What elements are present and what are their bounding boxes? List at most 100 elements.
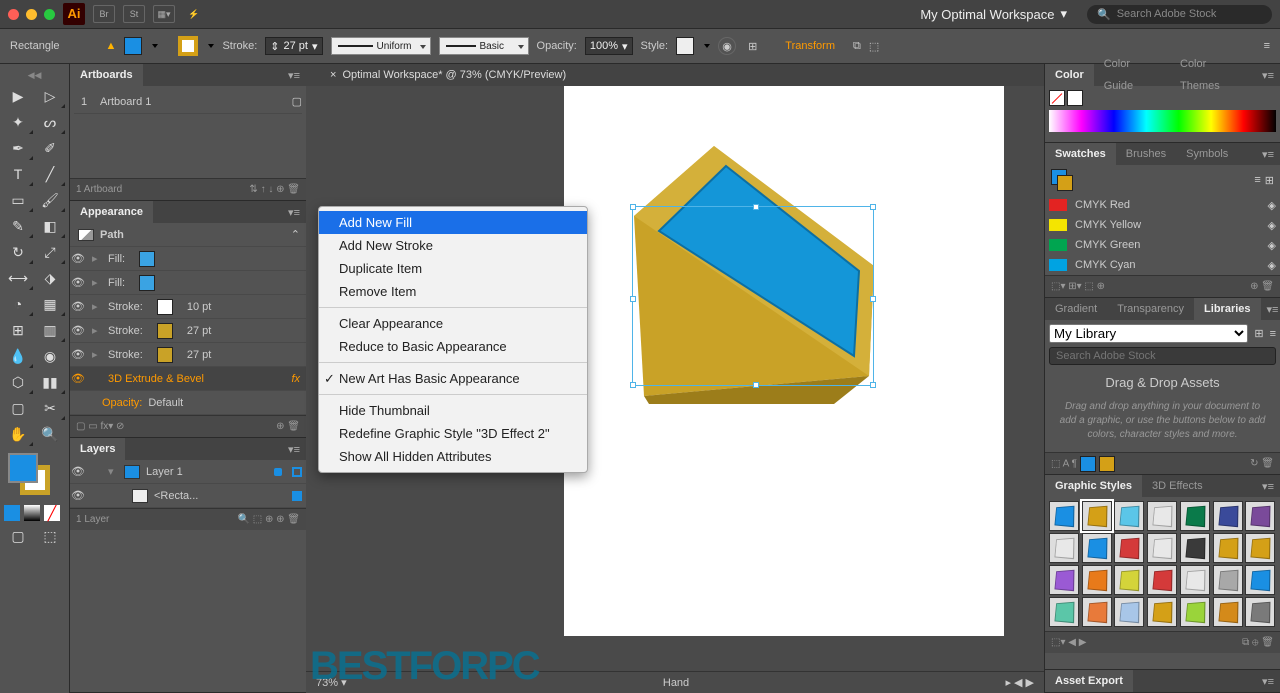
overflow-icon[interactable]: ≡ <box>1264 40 1270 52</box>
style-thumbnail[interactable] <box>1147 565 1177 595</box>
slice-tool[interactable]: ✂ <box>34 395 66 421</box>
fill-stroke-indicator[interactable] <box>2 453 67 499</box>
magic-wand-tool[interactable]: ✦ <box>2 109 34 135</box>
panel-menu-icon[interactable]: ▾≡ <box>1261 303 1280 316</box>
screen-mode[interactable]: ⬚ <box>34 523 66 549</box>
fill-swatch[interactable] <box>124 37 142 55</box>
panel-menu-icon[interactable]: ▾≡ <box>1256 69 1280 82</box>
paintbrush-tool[interactable]: 🖌 <box>34 187 66 213</box>
appearance-row[interactable]: 👁▸Fill: <box>70 247 306 271</box>
distort-icon[interactable]: ⬚ <box>869 40 879 53</box>
appearance-opacity-row[interactable]: Opacity: Default <box>70 391 306 415</box>
style-swatch[interactable] <box>676 37 694 55</box>
appearance-row[interactable]: 👁▸Stroke:10 pt <box>70 295 306 319</box>
panel-tab[interactable]: 3D Effects <box>1142 475 1213 497</box>
style-thumbnail[interactable] <box>1147 533 1177 563</box>
stroke-swatch[interactable] <box>178 36 198 56</box>
style-thumbnail[interactable] <box>1180 501 1210 531</box>
artboards-tab[interactable]: Artboards <box>70 64 143 86</box>
appearance-row[interactable]: 👁▸Stroke:27 pt <box>70 319 306 343</box>
symbol-sprayer-tool[interactable]: ⬡ <box>2 369 34 395</box>
style-thumbnail[interactable] <box>1180 597 1210 627</box>
bridge-button[interactable]: Br <box>93 5 115 23</box>
document-tab[interactable]: × Optimal Workspace* @ 73% (CMYK/Preview… <box>306 64 1044 86</box>
style-thumbnail[interactable] <box>1114 501 1144 531</box>
none-mode[interactable]: ╱ <box>44 505 60 521</box>
asset-export-tab[interactable]: Asset Export <box>1045 670 1133 692</box>
list-view-icon[interactable]: ≡ <box>1270 328 1276 340</box>
style-thumbnail[interactable] <box>1245 597 1275 627</box>
panel-tab[interactable]: Color <box>1045 64 1094 86</box>
appearance-tab[interactable]: Appearance <box>70 201 153 223</box>
appearance-row[interactable]: 👁▸Fill: <box>70 271 306 295</box>
panel-tab[interactable]: Gradient <box>1045 298 1107 320</box>
direct-selection-tool[interactable]: ▷ <box>34 83 66 109</box>
style-thumbnail[interactable] <box>1049 501 1079 531</box>
menu-item[interactable]: Clear Appearance <box>319 312 587 335</box>
style-thumbnail[interactable] <box>1082 501 1112 531</box>
style-thumbnail[interactable] <box>1114 565 1144 595</box>
grid-view-icon[interactable]: ⊞ <box>1254 327 1263 340</box>
list-view-icon[interactable]: ≡ <box>1254 174 1260 187</box>
eyedropper-tool[interactable]: 💧 <box>2 343 34 369</box>
stock-search-input[interactable]: 🔍 Search Adobe Stock <box>1087 5 1272 24</box>
gradient-mode[interactable] <box>24 505 40 521</box>
panel-menu-icon[interactable]: ▾≡ <box>1256 480 1280 493</box>
pen-tool[interactable]: ✒ <box>2 135 34 161</box>
blend-tool[interactable]: ◉ <box>34 343 66 369</box>
menu-item[interactable]: Remove Item <box>319 280 587 303</box>
panel-menu-icon[interactable]: ▾≡ <box>282 206 306 219</box>
rectangle-tool[interactable]: ▭ <box>2 187 34 213</box>
arrange-button[interactable]: ▦▾ <box>153 5 175 23</box>
style-thumbnail[interactable] <box>1082 597 1112 627</box>
scale-tool[interactable]: ⤢ <box>34 239 66 265</box>
panel-tab[interactable]: Libraries <box>1194 298 1260 320</box>
panel-tab[interactable]: Color Themes <box>1170 53 1256 97</box>
align-icon[interactable]: ⊞ <box>744 40 761 53</box>
color-spectrum[interactable] <box>1049 110 1276 132</box>
draw-normal[interactable]: ▢ <box>2 523 34 549</box>
menu-item[interactable]: Duplicate Item <box>319 257 587 280</box>
style-thumbnail[interactable] <box>1213 501 1243 531</box>
style-thumbnail[interactable] <box>1082 565 1112 595</box>
appearance-row[interactable]: 👁▸Stroke:27 pt <box>70 343 306 367</box>
panel-menu-icon[interactable]: ▾≡ <box>282 443 306 456</box>
panel-tab[interactable]: Symbols <box>1176 143 1238 165</box>
opacity-input[interactable]: 100% ▾ <box>585 37 633 55</box>
stock-button[interactable]: St <box>123 5 145 23</box>
curvature-tool[interactable]: ✐ <box>34 135 66 161</box>
style-thumbnail[interactable] <box>1180 565 1210 595</box>
mesh-tool[interactable]: ⊞ <box>2 317 34 343</box>
maximize-window[interactable] <box>44 9 55 20</box>
swatch-item[interactable]: CMYK Yellow◈ <box>1045 215 1280 235</box>
style-thumbnail[interactable] <box>1213 597 1243 627</box>
swatch-item[interactable]: CMYK Red◈ <box>1045 195 1280 215</box>
color-mode[interactable] <box>4 505 20 521</box>
transform-link[interactable]: Transform <box>785 40 835 52</box>
stroke-profile-select[interactable]: Uniform <box>331 37 431 55</box>
type-tool[interactable]: T <box>2 161 34 187</box>
menu-item[interactable]: Show All Hidden Attributes <box>319 445 587 468</box>
menu-item[interactable]: Add New Stroke <box>319 234 587 257</box>
style-thumbnail[interactable] <box>1114 597 1144 627</box>
shape-builder-tool[interactable]: ◔ <box>2 291 34 317</box>
thumb-view-icon[interactable]: ⊞ <box>1265 174 1274 187</box>
style-thumbnail[interactable] <box>1213 565 1243 595</box>
panel-tab[interactable]: Swatches <box>1045 143 1116 165</box>
style-thumbnail[interactable] <box>1049 533 1079 563</box>
gradient-tool[interactable]: ▥ <box>34 317 66 343</box>
style-thumbnail[interactable] <box>1049 597 1079 627</box>
hand-tool[interactable]: ✋ <box>2 421 34 447</box>
perspective-tool[interactable]: ▦ <box>34 291 66 317</box>
stroke-weight-input[interactable]: ⇕ 27 pt ▾ <box>265 37 322 55</box>
style-thumbnail[interactable] <box>1082 533 1112 563</box>
artboard-canvas[interactable] <box>564 86 1004 636</box>
free-transform-tool[interactable]: ⬗ <box>34 265 66 291</box>
style-thumbnail[interactable] <box>1245 501 1275 531</box>
style-thumbnail[interactable] <box>1114 533 1144 563</box>
style-thumbnail[interactable] <box>1147 501 1177 531</box>
library-select[interactable]: My Library <box>1049 324 1248 343</box>
close-window[interactable] <box>8 9 19 20</box>
style-thumbnail[interactable] <box>1147 597 1177 627</box>
menu-item[interactable]: Hide Thumbnail <box>319 399 587 422</box>
